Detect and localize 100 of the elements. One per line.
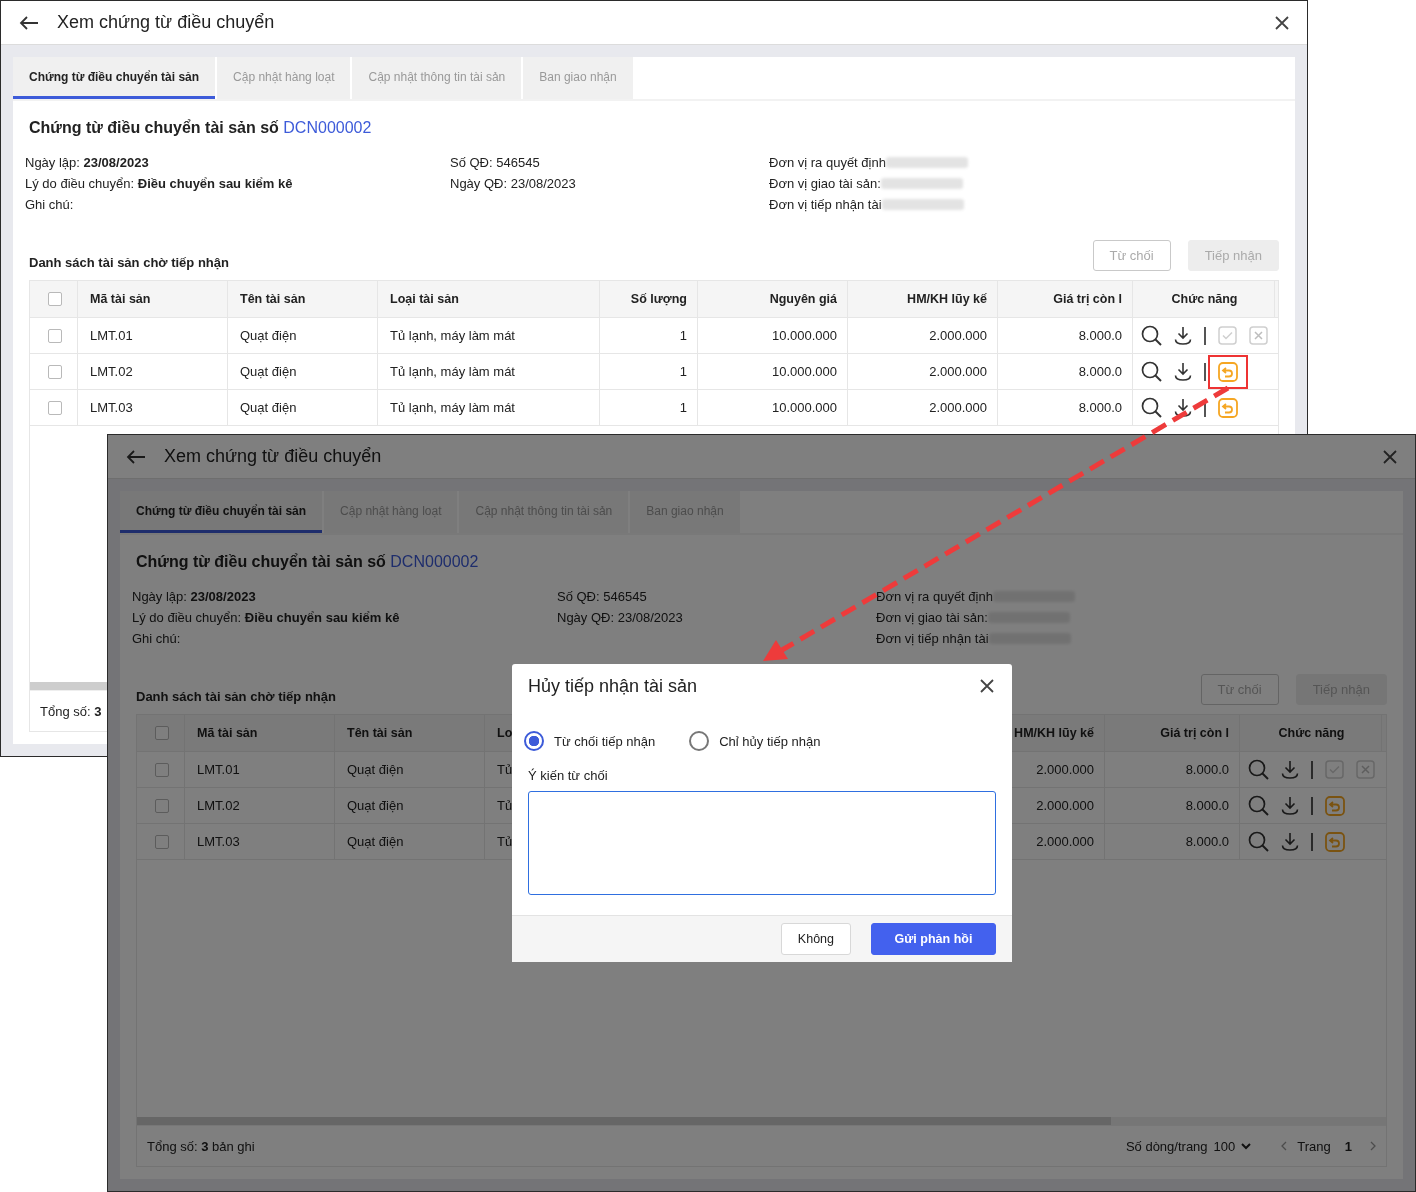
close-icon[interactable] [980, 679, 994, 693]
checkbox[interactable] [154, 726, 169, 740]
checkbox[interactable] [47, 328, 62, 343]
detail-text: Ngày lập: 23/08/2023 [25, 154, 149, 172]
table-cell: Tủ [497, 798, 513, 813]
table-cell: 8.000.0 [1185, 798, 1229, 813]
table-cell: 8.000.0 [1078, 364, 1122, 379]
previous-page-icon[interactable] [1281, 1141, 1288, 1151]
download-icon[interactable] [1174, 326, 1192, 345]
table-cell: 2.000.000 [929, 364, 987, 379]
table-cell: 10.000.000 [771, 364, 837, 379]
detail-label: Đơn vị giao tài sản: [876, 609, 988, 627]
section-title: Danh sách tài sản chờ tiếp nhận [136, 689, 336, 705]
table-cell: 8.000.0 [1185, 834, 1229, 849]
table-cell: Tủ lạnh, máy làm mát [390, 364, 515, 379]
table-cell: 1 [679, 400, 687, 415]
window-title: Xem chứng từ điều chuyển [57, 12, 276, 33]
next-page-icon[interactable] [1370, 1141, 1376, 1151]
download-icon[interactable] [1174, 398, 1192, 417]
detail-label: Đơn vị giao tài sản: [769, 175, 881, 193]
tab[interactable]: Chứng từ điều chuyển tài sản [13, 57, 216, 99]
checkbox[interactable] [47, 364, 62, 379]
comment-field[interactable] [528, 791, 996, 895]
table-cell: Tủ [497, 834, 513, 849]
column-header: Số lượng [630, 292, 687, 306]
record-count: Tổng số: 3 [40, 703, 102, 719]
detail-label: Ghi chú: [132, 630, 181, 648]
table-cell: LMT.03 [90, 400, 133, 415]
page-label: Trang [1297, 1138, 1331, 1154]
column-header: Nguyên giá [769, 292, 837, 306]
table-cell: 1 [679, 328, 687, 343]
column-header: Chức năng [1171, 292, 1238, 306]
column-header: Giá trị còn l [1160, 726, 1229, 740]
table-cell: Tủ lạnh, máy làm mát [390, 328, 515, 343]
dialog-title: Hủy tiếp nhận tài sản [528, 675, 698, 697]
send-button[interactable]: Gửi phản hồi [871, 923, 996, 955]
radio-button[interactable] [524, 731, 544, 751]
checkbox[interactable] [47, 400, 62, 415]
window-title: Xem chứng từ điều chuyển [164, 446, 383, 467]
search-icon[interactable] [1141, 361, 1162, 382]
detail-text: Ngày QĐ: 23/08/2023 [450, 175, 576, 193]
table-cell: Quạt điện [240, 364, 297, 379]
scrollbar[interactable] [137, 1117, 1386, 1125]
detail-text: Số QĐ: 546545 [450, 154, 540, 172]
back-icon[interactable] [19, 15, 39, 30]
detail-text: Ngày lập: 23/08/2023 [132, 588, 256, 606]
check-icon[interactable] [1325, 760, 1344, 779]
column-header: Loại tài sản [390, 292, 459, 306]
close-icon[interactable] [1275, 15, 1289, 30]
table-cell: 2.000.000 [1036, 762, 1094, 777]
column-header: Mã tài sản [197, 726, 258, 740]
checkbox[interactable] [154, 762, 169, 777]
table-cell: 8.000.0 [1078, 400, 1122, 415]
table-cell: 2.000.000 [1036, 834, 1094, 849]
column-header: Mã tài sản [90, 292, 151, 306]
column-header: HM/KH lũy kế [907, 292, 987, 306]
record-count: Tổng số: 3 bản ghi [147, 1138, 255, 1154]
table-cell: 2.000.000 [929, 400, 987, 415]
tab[interactable]: Cập nhật thông tin tài sản [352, 57, 522, 99]
tab[interactable]: Ban giao nhận [523, 57, 633, 99]
detail-label: Đơn vị tiếp nhận tài [769, 196, 882, 214]
radio-button[interactable] [689, 731, 710, 751]
download-icon[interactable] [1174, 362, 1192, 381]
cancel-button[interactable]: Không [780, 923, 851, 955]
radio-option[interactable]: Chỉ hủy tiếp nhận [689, 731, 821, 751]
chevron-down-icon[interactable] [1241, 1142, 1252, 1150]
field-label: Ý kiến từ chối [527, 767, 609, 784]
check-icon[interactable] [1218, 326, 1237, 345]
close-icon[interactable] [1383, 449, 1397, 464]
table-cell: LMT.02 [197, 798, 240, 813]
page-size-select[interactable]: 100 [1213, 1138, 1236, 1154]
search-icon[interactable] [1141, 397, 1162, 418]
page-size-label: Số dòng/trang [1125, 1138, 1208, 1154]
table-cell: 1 [679, 364, 687, 379]
checkbox[interactable] [154, 834, 169, 849]
detail-label: Đơn vị ra quyết định [876, 588, 993, 606]
table-cell: 10.000.000 [771, 400, 837, 415]
tab[interactable]: Chứng từ điều chuyển tài sản [120, 491, 323, 533]
table-cell: 2.000.000 [929, 328, 987, 343]
checkbox[interactable] [154, 798, 169, 813]
table-cell: 8.000.0 [1078, 328, 1122, 343]
table-cell: Tủ lạnh, máy làm mát [390, 400, 515, 415]
detail-text: Ngày QĐ: 23/08/2023 [557, 609, 683, 627]
column-header: Chức năng [1278, 726, 1345, 740]
radio-option[interactable]: Từ chối tiếp nhận [524, 731, 656, 751]
table-cell: 10.000.000 [771, 328, 837, 343]
table-cell: Quạt điện [240, 400, 297, 415]
search-icon[interactable] [1141, 325, 1162, 346]
table-cell: LMT.03 [197, 834, 240, 849]
column-header: Tên tài sản [347, 726, 413, 740]
document-heading: Chứng từ điều chuyển tài sản số DCN000002 [29, 118, 373, 138]
tab[interactable]: Cập nhật hàng loạt [217, 57, 351, 99]
detail-label: Đơn vị ra quyết định [769, 154, 886, 172]
table-cell: LMT.02 [90, 364, 133, 379]
checkbox[interactable] [47, 292, 62, 306]
table-cell: Quạt điện [347, 798, 404, 813]
detail-label: Đơn vị tiếp nhận tài [876, 630, 989, 648]
detail-label: Ghi chú: [25, 196, 74, 214]
table-cell: Tủ [497, 762, 513, 777]
document-heading: Chứng từ điều chuyển tài sản số DCN000002 [136, 552, 480, 572]
